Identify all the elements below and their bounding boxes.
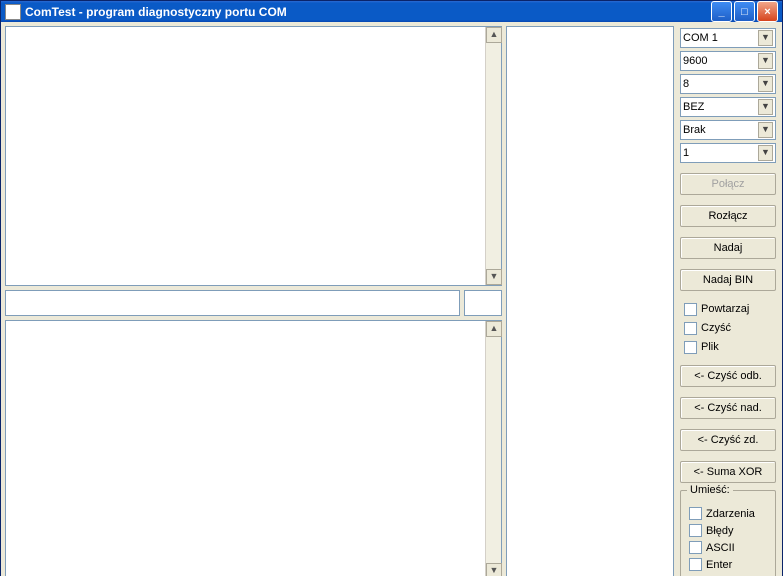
small-input[interactable] [464,290,502,316]
receive-panel[interactable]: ▲ ▼ [5,26,502,286]
left-column: ▲ ▼ ▲ ▼ [5,26,502,576]
clear-checkbox[interactable]: Czyść [680,320,776,336]
scroll-down-icon[interactable]: ▼ [486,563,502,576]
connect-button[interactable]: Połącz [680,173,776,195]
send-panel[interactable]: ▲ ▼ [5,320,502,576]
window-title: ComTest - program diagnostyczny portu CO… [25,5,711,19]
chevron-down-icon[interactable]: ▼ [758,76,773,92]
send-input[interactable] [5,290,460,316]
maximize-button[interactable]: □ [734,1,755,22]
minimize-button[interactable]: _ [711,1,732,22]
chevron-down-icon[interactable]: ▼ [758,122,773,138]
input-row [5,290,502,316]
parity-select[interactable]: BEZ▼ [680,97,776,117]
scrollbar[interactable]: ▲ ▼ [485,27,501,285]
port-select[interactable]: COM 1▼ [680,28,776,48]
errors-checkbox[interactable]: Błędy [685,522,771,539]
clear-label: Czyść [701,322,731,334]
chevron-down-icon[interactable]: ▼ [758,145,773,161]
place-group: Umieść: Zdarzenia Błędy ASCII Enter [680,490,776,576]
event-panel[interactable] [506,26,674,576]
scroll-up-icon[interactable]: ▲ [486,321,502,337]
middle-column [506,26,674,576]
close-button[interactable]: × [757,1,778,22]
clear-events-button[interactable]: <- Czyść zd. [680,429,776,451]
chevron-down-icon[interactable]: ▼ [758,53,773,69]
repeat-label: Powtarzaj [701,303,749,315]
scroll-up-icon[interactable]: ▲ [486,27,502,43]
disconnect-button[interactable]: Rozłącz [680,205,776,227]
file-checkbox[interactable]: Plik [680,339,776,355]
app-icon [5,4,21,20]
chevron-down-icon[interactable]: ▼ [758,30,773,46]
app-window: ComTest - program diagnostyczny portu CO… [0,0,783,576]
clear-recv-button[interactable]: <- Czyść odb. [680,365,776,387]
databits-select[interactable]: 8▼ [680,74,776,94]
stop-select[interactable]: 1▼ [680,143,776,163]
right-column: COM 1▼ 9600▼ 8▼ BEZ▼ Brak▼ 1▼ Połącz Roz… [678,26,778,576]
flow-select[interactable]: Brak▼ [680,120,776,140]
clear-send-button[interactable]: <- Czyść nad. [680,397,776,419]
chevron-down-icon[interactable]: ▼ [758,99,773,115]
send-bin-button[interactable]: Nadaj BIN [680,269,776,291]
repeat-checkbox[interactable]: Powtarzaj [680,301,776,317]
send-button[interactable]: Nadaj [680,237,776,259]
scroll-down-icon[interactable]: ▼ [486,269,502,285]
xor-button[interactable]: <- Suma XOR [680,461,776,483]
baud-select[interactable]: 9600▼ [680,51,776,71]
events-checkbox[interactable]: Zdarzenia [685,505,771,522]
client-area: ▲ ▼ ▲ ▼ COM 1▼ 9600▼ 8▼ BEZ▼ Br [1,22,782,576]
group-legend: Umieść: [687,484,733,496]
titlebar: ComTest - program diagnostyczny portu CO… [1,1,782,22]
file-label: Plik [701,341,719,353]
enter-checkbox[interactable]: Enter [685,556,771,573]
ascii-checkbox[interactable]: ASCII [685,539,771,556]
scrollbar[interactable]: ▲ ▼ [485,321,501,576]
